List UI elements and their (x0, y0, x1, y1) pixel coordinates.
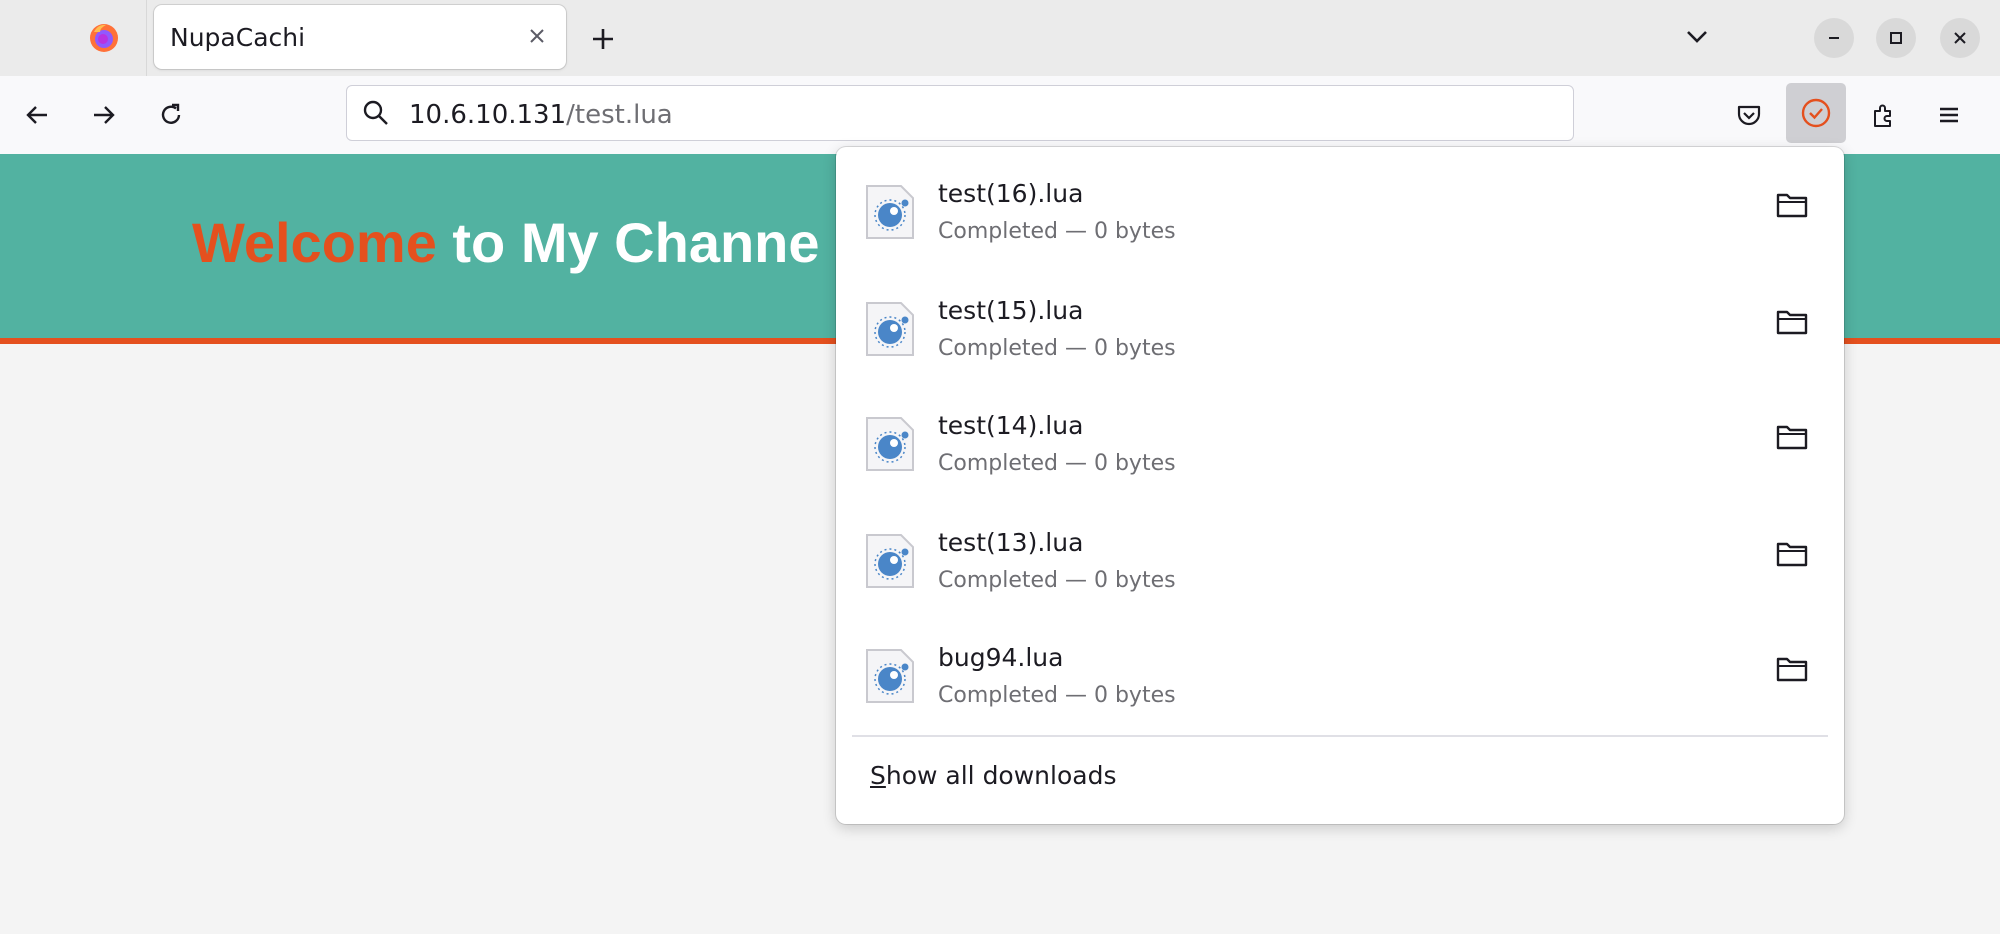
show-all-label: how all downloads (885, 761, 1117, 790)
back-arrow-icon (26, 106, 47, 124)
reload-button[interactable] (149, 93, 193, 137)
tab-title: NupaCachi (170, 23, 306, 52)
folder-icon[interactable] (1772, 419, 1812, 455)
accesskey-letter: S (870, 761, 886, 790)
window-close-button[interactable] (1940, 18, 1980, 58)
download-item[interactable]: bug94.lua Completed — 0 bytes (836, 611, 1844, 727)
page-title-highlight: Welcome (192, 211, 437, 274)
minimize-icon (1829, 37, 1839, 39)
download-filename: test(14).lua (938, 411, 1084, 440)
tab-strip: NupaCachi (0, 0, 2000, 76)
close-icon[interactable] (522, 21, 552, 51)
close-icon (1954, 32, 1966, 44)
pocket-icon (1737, 105, 1761, 126)
back-button[interactable] (15, 93, 59, 137)
download-item[interactable]: test(15).lua Completed — 0 bytes (836, 264, 1844, 380)
tab-separator (146, 0, 147, 76)
url-host: 10.6.10.131 (409, 100, 567, 130)
extensions-icon (1874, 104, 1891, 127)
plus-icon[interactable] (586, 22, 620, 56)
download-status: Completed — 0 bytes (938, 568, 1176, 593)
reload-icon (161, 103, 181, 124)
minimize-button[interactable] (1814, 18, 1854, 58)
download-filename: test(15).lua (938, 296, 1084, 325)
app-menu-button[interactable] (1927, 93, 1971, 137)
navigation-toolbar: 10.6.10.131/test.lua (0, 76, 2000, 155)
menu-icon (1940, 107, 1958, 123)
download-status: Completed — 0 bytes (938, 336, 1176, 361)
lua-file-icon (866, 417, 914, 471)
download-status: Completed — 0 bytes (938, 451, 1176, 476)
page-title: Welcome to My Channe (192, 210, 820, 275)
tab-nupacachi[interactable]: NupaCachi (154, 5, 566, 69)
extensions-button[interactable] (1861, 93, 1905, 137)
downloads-button[interactable] (1786, 83, 1846, 143)
chevron-down-icon[interactable] (1680, 22, 1714, 52)
folder-icon[interactable] (1772, 187, 1812, 223)
downloads-panel: test(16).lua Completed — 0 bytes test(15… (836, 147, 1844, 824)
downloads-icon (1801, 98, 1831, 128)
url-path: /test.lua (566, 100, 673, 130)
panel-divider (852, 735, 1828, 737)
search-icon (363, 100, 388, 125)
download-item[interactable]: test(16).lua Completed — 0 bytes (836, 147, 1844, 263)
firefox-logo-icon[interactable] (88, 22, 120, 54)
lua-file-icon (866, 534, 914, 588)
folder-icon[interactable] (1772, 536, 1812, 572)
maximize-button[interactable] (1876, 18, 1916, 58)
lua-file-icon (866, 649, 914, 703)
url-bar[interactable]: 10.6.10.131/test.lua (346, 85, 1574, 141)
download-filename: test(13).lua (938, 528, 1084, 557)
download-item[interactable]: test(14).lua Completed — 0 bytes (836, 379, 1844, 495)
lua-file-icon (866, 302, 914, 356)
download-filename: test(16).lua (938, 179, 1084, 208)
folder-icon[interactable] (1772, 304, 1812, 340)
pocket-button[interactable] (1727, 93, 1771, 137)
forward-arrow-icon (94, 106, 115, 124)
maximize-icon (1890, 32, 1902, 44)
folder-icon[interactable] (1772, 651, 1812, 687)
download-filename: bug94.lua (938, 643, 1064, 672)
url-text[interactable]: 10.6.10.131/test.lua (409, 100, 673, 130)
show-all-downloads-button[interactable]: Show all downloads (870, 761, 1116, 790)
page-title-rest: to My Channe (436, 211, 820, 274)
download-status: Completed — 0 bytes (938, 219, 1176, 244)
download-status: Completed — 0 bytes (938, 683, 1176, 708)
lua-file-icon (866, 185, 914, 239)
download-item[interactable]: test(13).lua Completed — 0 bytes (836, 496, 1844, 612)
forward-button[interactable] (82, 93, 126, 137)
